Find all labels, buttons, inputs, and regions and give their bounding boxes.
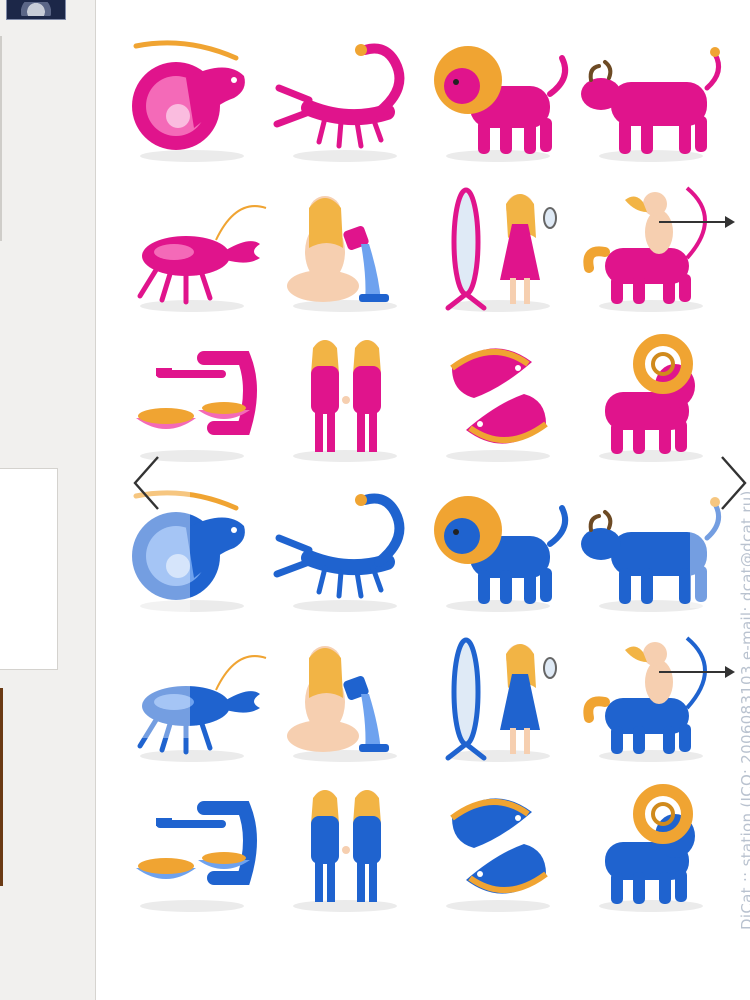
- taurus-blue-icon: [581, 497, 722, 612]
- watermark-text: DiCat :: station (ICO: 2006083103 e-mail…: [738, 490, 750, 930]
- chevron-right-icon: [721, 456, 747, 510]
- cancer-blue-icon: [137, 655, 267, 762]
- zodiac-icon-cell[interactable]: [116, 28, 269, 178]
- scorpio-pink-icon: [273, 43, 405, 162]
- scorpio-blue-icon: [273, 493, 405, 612]
- zodiac-icon-cell[interactable]: [575, 628, 735, 778]
- leo-pink-icon: [434, 46, 568, 162]
- zodiac-icon-cell[interactable]: [422, 628, 575, 778]
- side-panel: [0, 468, 58, 670]
- zodiac-icon-grid: [116, 28, 735, 928]
- zodiac-icon-cell[interactable]: [116, 778, 269, 928]
- zodiac-icon-cell[interactable]: [422, 478, 575, 628]
- zodiac-icon-cell[interactable]: [422, 778, 575, 928]
- leo-blue-icon: [434, 496, 568, 612]
- zodiac-icon-cell[interactable]: [116, 178, 269, 328]
- zodiac-icon-cell[interactable]: [269, 178, 422, 328]
- libra-blue-icon: [136, 801, 257, 912]
- previous-button[interactable]: [130, 454, 164, 512]
- zodiac-icon-cell[interactable]: [575, 28, 728, 178]
- zodiac-icon-cell[interactable]: [575, 328, 728, 478]
- zodiac-icon-cell[interactable]: [269, 28, 422, 178]
- sagittarius-blue-icon: [583, 636, 735, 762]
- capricorn-pink-icon: [132, 40, 245, 162]
- pisces-pink-icon: [446, 348, 550, 462]
- aries-blue-icon: [599, 784, 703, 912]
- cancer-pink-icon: [137, 205, 267, 312]
- panel-edge: [0, 36, 2, 241]
- sidebar: [0, 0, 96, 1000]
- aquarius-pink-icon: [287, 196, 397, 312]
- virgo-pink-icon: [445, 187, 557, 312]
- zodiac-icon-cell[interactable]: [575, 778, 728, 928]
- zodiac-icon-cell[interactable]: [269, 778, 422, 928]
- pisces-blue-icon: [446, 798, 550, 912]
- zodiac-icon-cell[interactable]: [116, 628, 269, 778]
- zodiac-icon-cell[interactable]: [422, 178, 575, 328]
- gemini-blue-icon: [293, 790, 397, 912]
- gemini-pink-icon: [293, 340, 397, 462]
- zodiac-icon-cell[interactable]: [422, 328, 575, 478]
- next-button[interactable]: [716, 454, 750, 512]
- virgo-blue-icon: [445, 637, 557, 762]
- thumbnail-image[interactable]: [6, 0, 66, 20]
- taurus-pink-icon: [581, 47, 722, 162]
- aries-pink-icon: [599, 334, 703, 462]
- zodiac-icon-cell[interactable]: [575, 478, 728, 628]
- zodiac-icon-cell[interactable]: [575, 178, 735, 328]
- sagittarius-pink-icon: [583, 186, 735, 312]
- zodiac-icon-cell[interactable]: [422, 28, 575, 178]
- zodiac-icon-cell[interactable]: [269, 478, 422, 628]
- zodiac-icon-cell[interactable]: [269, 628, 422, 778]
- side-accent-bar: [0, 688, 3, 886]
- chevron-left-icon: [133, 456, 159, 510]
- zodiac-icon-cell[interactable]: [269, 328, 422, 478]
- aquarius-blue-icon: [287, 646, 397, 762]
